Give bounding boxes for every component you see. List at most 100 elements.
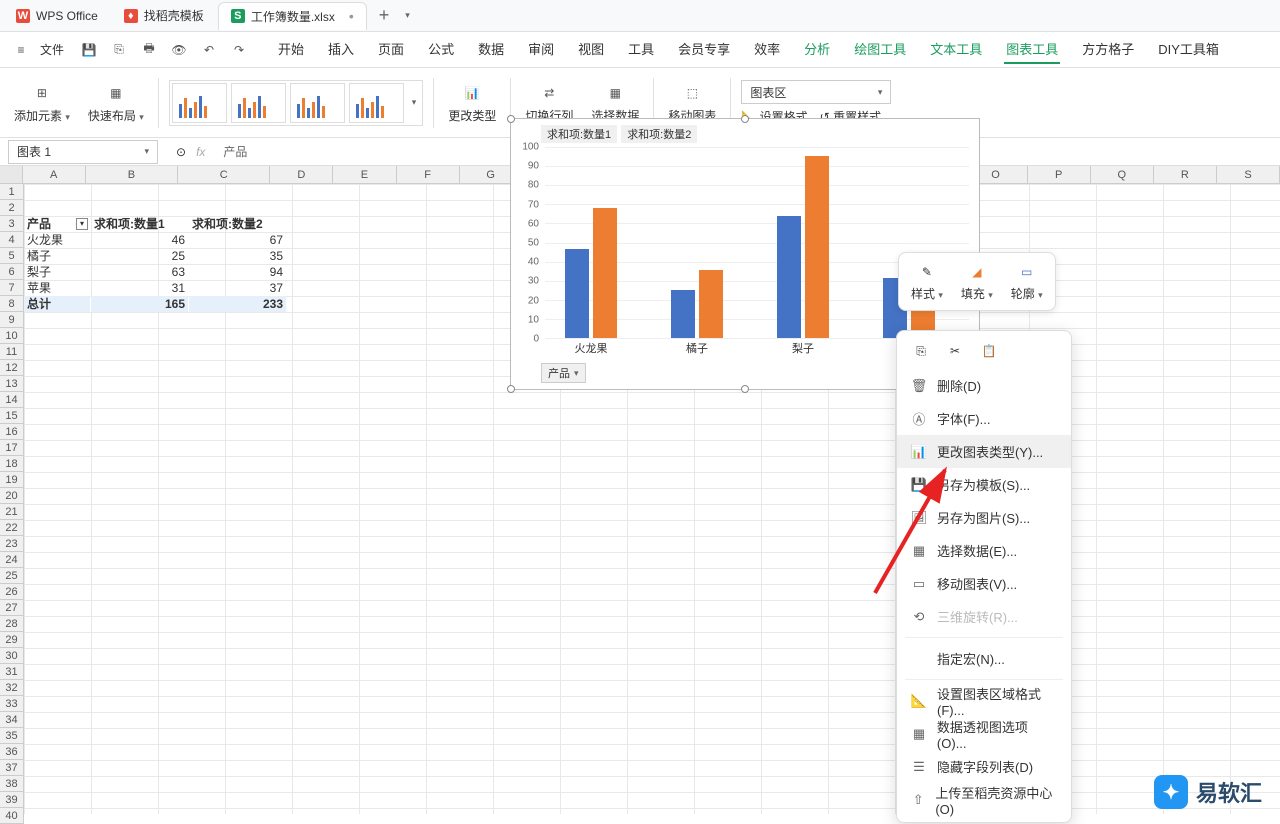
row-header[interactable]: 31 [0,664,23,680]
style-button[interactable]: ✎ 样式 ▾ [905,259,949,304]
chart-filter-button[interactable]: 产品▾ [541,363,586,383]
add-element-button[interactable]: ⊞ 添加元素 ▾ [10,79,74,126]
cell[interactable]: 63 [91,264,188,280]
col-header[interactable]: R [1154,166,1217,183]
resize-handle[interactable] [507,115,515,123]
row-header[interactable]: 6 [0,264,23,280]
change-type-button[interactable]: 📊 更改类型 [444,79,500,126]
resize-handle[interactable] [741,385,749,393]
col-header[interactable]: C [178,166,270,183]
search-icon[interactable]: ⊙ [176,145,186,159]
ctx-select-data[interactable]: ▦选择数据(E)... [897,534,1071,567]
name-box[interactable]: 图表 1 ▾ [8,140,158,164]
cell[interactable]: 苹果 [24,280,90,296]
row-header[interactable]: 1 [0,184,23,200]
tabs-dropdown-icon[interactable]: ▾ [405,10,410,21]
ctx-hide-fields[interactable]: ☰隐藏字段列表(D) [897,750,1071,783]
tab-view[interactable]: 视图 [576,35,606,64]
cell[interactable]: 37 [189,280,286,296]
tab-wps-office[interactable]: W WPS Office [4,2,110,30]
chart-style-4[interactable] [349,83,404,123]
tab-data[interactable]: 数据 [476,35,506,64]
row-header[interactable]: 23 [0,536,23,552]
col-header[interactable]: D [270,166,333,183]
export-icon[interactable]: ⎘ [108,39,130,61]
row-header[interactable]: 25 [0,568,23,584]
tab-formula[interactable]: 公式 [426,35,456,64]
ctx-delete[interactable]: 🗑删除(D) [897,369,1071,402]
paste-icon[interactable]: 📋 [979,341,999,361]
ctx-font[interactable]: Ⓐ字体(F)... [897,402,1071,435]
row-header[interactable]: 21 [0,504,23,520]
row-header[interactable]: 35 [0,728,23,744]
tab-insert[interactable]: 插入 [326,35,356,64]
cell[interactable]: 25 [91,248,188,264]
col-header[interactable]: Q [1091,166,1154,183]
row-header[interactable]: 13 [0,376,23,392]
save-icon[interactable]: 💾 [78,39,100,61]
row-header[interactable]: 16 [0,424,23,440]
chart-style-1[interactable] [172,83,227,123]
cell[interactable]: 35 [189,248,286,264]
ctx-save-template[interactable]: 💾另存为模板(S)... [897,468,1071,501]
legend-item[interactable]: 求和项:数量2 [621,125,697,143]
cell[interactable]: 94 [189,264,286,280]
row-header[interactable]: 3 [0,216,23,232]
fx-icon[interactable]: fx [196,145,205,159]
cell[interactable]: 求和项:数量1 [91,216,188,232]
new-tab-button[interactable]: + [369,5,400,26]
row-header[interactable]: 11 [0,344,23,360]
gallery-more-icon[interactable]: ▾ [408,97,421,108]
col-header[interactable]: F [397,166,460,183]
redo-icon[interactable]: ↷ [228,39,250,61]
tab-diy[interactable]: DIY工具箱 [1156,35,1221,64]
row-header[interactable]: 29 [0,632,23,648]
col-header[interactable]: P [1028,166,1091,183]
ctx-change-chart-type[interactable]: 📊更改图表类型(Y)... [897,435,1071,468]
ctx-pivot-options[interactable]: ▦数据透视图选项(O)... [897,717,1071,750]
row-header[interactable]: 32 [0,680,23,696]
cell[interactable]: 总计 [24,296,90,312]
cell[interactable]: 165 [91,296,188,312]
row-header[interactable]: 7 [0,280,23,296]
cell[interactable]: 求和项:数量2 [189,216,286,232]
cell[interactable]: 橘子 [24,248,90,264]
ctx-assign-macro[interactable]: 指定宏(N)... [897,642,1071,675]
filter-button[interactable]: ▾ [76,218,88,230]
row-header[interactable]: 22 [0,520,23,536]
row-header[interactable]: 9 [0,312,23,328]
row-header[interactable]: 14 [0,392,23,408]
tab-fangfang[interactable]: 方方格子 [1080,35,1136,64]
legend-item[interactable]: 求和项:数量1 [541,125,617,143]
row-header[interactable]: 20 [0,488,23,504]
print-icon[interactable]: 🖶 [138,39,160,61]
fill-button[interactable]: ◢ 填充 ▾ [955,259,999,304]
col-header[interactable]: A [23,166,86,183]
row-header[interactable]: 24 [0,552,23,568]
resize-handle[interactable] [507,385,515,393]
row-header[interactable]: 12 [0,360,23,376]
cell[interactable]: 67 [189,232,286,248]
file-menu[interactable]: 文件 [40,41,64,58]
row-header[interactable]: 27 [0,600,23,616]
row-header[interactable]: 17 [0,440,23,456]
row-header[interactable]: 39 [0,792,23,808]
row-header[interactable]: 37 [0,760,23,776]
cell[interactable]: 火龙果 [24,232,90,248]
chart-style-3[interactable] [290,83,345,123]
tab-tools[interactable]: 工具 [626,35,656,64]
outline-button[interactable]: ▭ 轮廓 ▾ [1005,259,1049,304]
tab-start[interactable]: 开始 [276,35,306,64]
row-header[interactable]: 8 [0,296,23,312]
row-header[interactable]: 30 [0,648,23,664]
ctx-upload[interactable]: ⇧上传至稻壳资源中心(O) [897,783,1071,816]
undo-icon[interactable]: ↶ [198,39,220,61]
cell[interactable]: 46 [91,232,188,248]
row-header[interactable]: 10 [0,328,23,344]
chart-legend[interactable]: 求和项:数量1 求和项:数量2 [541,125,697,143]
quick-layout-button[interactable]: ▦ 快速布局 ▾ [84,79,148,126]
tab-draw-tools[interactable]: 绘图工具 [852,35,908,64]
row-header[interactable]: 38 [0,776,23,792]
row-header[interactable]: 18 [0,456,23,472]
chart-area-select[interactable]: 图表区 ▾ [741,80,891,104]
